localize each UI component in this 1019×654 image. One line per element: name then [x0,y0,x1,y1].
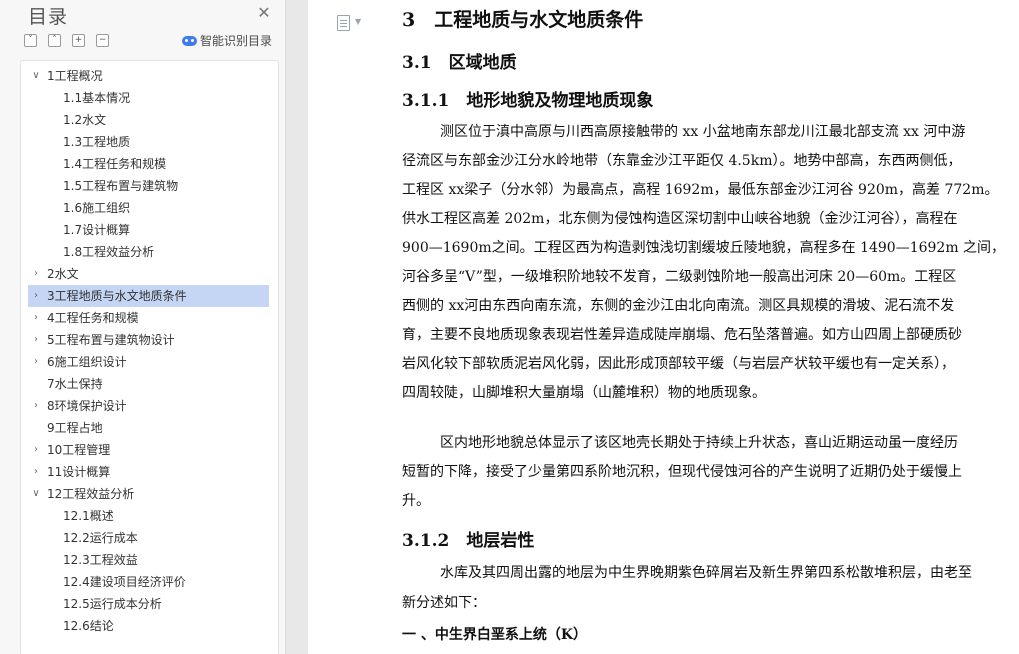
paragraph-line: 短暂的下降，接受了少量第四系阶地沉积，但现代侵蚀河谷的产生说明了近期仍处于缓慢上 [402,464,962,480]
document-icon[interactable] [337,15,350,31]
collapse-all-icon[interactable]: ˄ [48,34,61,47]
paragraph-line: 水库及其四周出露的地层为中生界晚期紫色碎屑岩及新生界第四系松散堆积层，由老至 [440,565,972,581]
toc-item[interactable]: ∨ 12工程效益分析 [28,483,269,505]
paragraph-line: 供水工程区高差 202m，北东侧为侵蚀构造区深切割中山峡谷地貌（金沙江河谷），高… [402,211,958,227]
ai-icon [182,36,197,46]
toc-item[interactable]: 1.6施工组织 [28,197,269,219]
paragraph-line: 测区位于滇中高原与川西高原接触带的 xx 小盆地南东部龙川江最北部支流 xx 河… [440,124,966,140]
toc-item-label: 2水文 [47,267,79,281]
toc-item[interactable]: › 2水文 [28,263,269,285]
chevron-right-icon[interactable]: › [31,285,41,307]
toc-item-label: 1.7设计概算 [63,223,131,237]
toc-item-label: 12.6结论 [63,619,114,633]
subsection-heading: 3.1.1 地形地貌及物理地质现象 [402,91,654,111]
toc-item[interactable]: 1.2水文 [28,109,269,131]
toc-item[interactable]: › 3工程地质与水文地质条件 [28,285,269,307]
chapter-heading: 3 工程地质与水文地质条件 [402,9,644,31]
paragraph-line: 升。 [402,493,430,509]
toc-item[interactable]: 1.7设计概算 [28,219,269,241]
remove-heading-icon[interactable]: − [96,34,109,47]
toc-item-label: 9工程占地 [47,421,103,435]
chevron-right-icon[interactable]: › [31,351,41,373]
close-icon[interactable]: ✕ [256,5,272,21]
toc-title: 目录 [28,6,69,28]
toc-item[interactable]: 9工程占地 [28,417,269,439]
smart-toc-label: 智能识别目录 [200,34,273,48]
toc-item[interactable]: 7水土保持 [28,373,269,395]
toc-item[interactable]: › 11设计概算 [28,461,269,483]
toc-item-label: 12.2运行成本 [63,531,138,545]
toc-item-label: 7水土保持 [47,377,103,391]
chevron-right-icon[interactable]: › [31,307,41,329]
toc-item[interactable]: › 5工程布置与建筑物设计 [28,329,269,351]
toc-item[interactable]: 12.2运行成本 [28,527,269,549]
toc-item-label: 12.5运行成本分析 [63,597,162,611]
paragraph-line: 四周较陡，山脚堆积大量崩塌（山麓堆积）物的地质现象。 [402,385,766,401]
toc-item[interactable]: 12.1概述 [28,505,269,527]
toc-item[interactable]: 12.6结论 [28,615,269,637]
toc-item[interactable]: 12.4建设项目经济评价 [28,571,269,593]
toc-item[interactable]: 1.1基本情况 [28,87,269,109]
chevron-down-icon[interactable]: ∨ [31,65,41,87]
toc-item[interactable]: 1.8工程效益分析 [28,241,269,263]
toc-item[interactable]: › 6施工组织设计 [28,351,269,373]
toc-item[interactable]: 12.5运行成本分析 [28,593,269,615]
toc-item-label: 5工程布置与建筑物设计 [47,333,175,347]
toc-item-label: 1.1基本情况 [63,91,131,105]
paragraph-line: 岩风化较下部软质泥岩风化弱，因此形成顶部较平缓（与岩层产状较平缓也有一定关系）， [402,356,955,372]
paragraph-line: 河谷多呈“V”型，一级堆积阶地较不发育，二级剥蚀阶地一般高出河床 20—60m。… [402,269,957,285]
chevron-down-icon[interactable]: ▼ [355,17,361,26]
toc-item[interactable]: 1.3工程地质 [28,131,269,153]
toc-item[interactable]: 1.4工程任务和规模 [28,153,269,175]
chevron-down-icon[interactable]: ∨ [31,483,41,505]
toc-item-label: 6施工组织设计 [47,355,127,369]
paragraph-line: 新分述如下： [402,595,486,611]
paragraph-line: 径流区与东部金沙江分水岭地带（东靠金沙江平距仅 4.5km）。地势中部高，东西两… [402,153,962,169]
paragraph-line: 育，主要不良地质现象表现岩性差异造成陡岸崩塌、危石坠落普遍。如方山四周上部硬质砂 [402,327,962,343]
toc-item-label: 1工程概况 [47,69,103,83]
expand-all-icon[interactable]: ˅ [24,34,37,47]
toc-item-label: 1.5工程布置与建筑物 [63,179,179,193]
toc-item[interactable]: › 4工程任务和规模 [28,307,269,329]
toc-item-label: 4工程任务和规模 [47,311,139,325]
paragraph-line: 900—1690m之间。工程区西为构造剥蚀浅切割缓坡丘陵地貌，高程多在 1490… [402,240,1006,256]
subheading: 一 、中生界白垩系上统（K） [402,627,588,643]
page-gutter [286,0,308,654]
toc-item[interactable]: 1.5工程布置与建筑物 [28,175,269,197]
toc-item-label: 8环境保护设计 [47,399,127,413]
chevron-right-icon[interactable]: › [31,395,41,417]
add-heading-icon[interactable]: + [72,34,85,47]
paragraph-line: 区内地形地貌总体显示了该区地壳长期处于持续上升状态，喜山近期运动虽一度经历 [440,435,958,451]
section-heading: 3.1 区域地质 [402,53,517,73]
paragraph-line: 西侧的 xx河由东西向南东流，东侧的金沙江由北向南流。测区具规模的滑坡、泥石流不… [402,298,955,314]
toc-item-label: 11设计概算 [47,465,111,479]
toc-item-label: 1.4工程任务和规模 [63,157,167,171]
toc-item-label: 10工程管理 [47,443,111,457]
toc-item-label: 12.4建设项目经济评价 [63,575,186,589]
chevron-right-icon[interactable]: › [31,439,41,461]
toc-item-label: 1.8工程效益分析 [63,245,155,259]
toc-item-label: 1.3工程地质 [63,135,131,149]
chevron-right-icon[interactable]: › [31,263,41,285]
toc-item-label: 12.3工程效益 [63,553,138,567]
toc-item[interactable]: 12.3工程效益 [28,549,269,571]
toc-item[interactable]: › 8环境保护设计 [28,395,269,417]
toc-item-label: 12工程效益分析 [47,487,135,501]
subsection-heading: 3.1.2 地层岩性 [402,531,535,551]
toc-item-label: 3工程地质与水文地质条件 [47,289,187,303]
toc-item-label: 1.2水文 [63,113,107,127]
toc-item[interactable]: › 10工程管理 [28,439,269,461]
chevron-right-icon[interactable]: › [31,461,41,483]
chevron-right-icon[interactable]: › [31,329,41,351]
smart-toc-button[interactable]: 智能识别目录 [182,32,272,49]
toc-item-label: 1.6施工组织 [63,201,131,215]
toc-panel: 目录 ✕ ˅ ˄ + − 智能识别目录 ∨ 1工程概况 1.1基本情况 1.2水文 1.… [0,0,286,654]
toc-item[interactable]: ∨ 1工程概况 [28,65,269,87]
paragraph-line: 工程区 xx梁子（分水邻）为最高点，高程 1692m，最低东部金沙江河谷 920… [402,182,999,198]
toc-item-label: 12.1概述 [63,509,114,523]
